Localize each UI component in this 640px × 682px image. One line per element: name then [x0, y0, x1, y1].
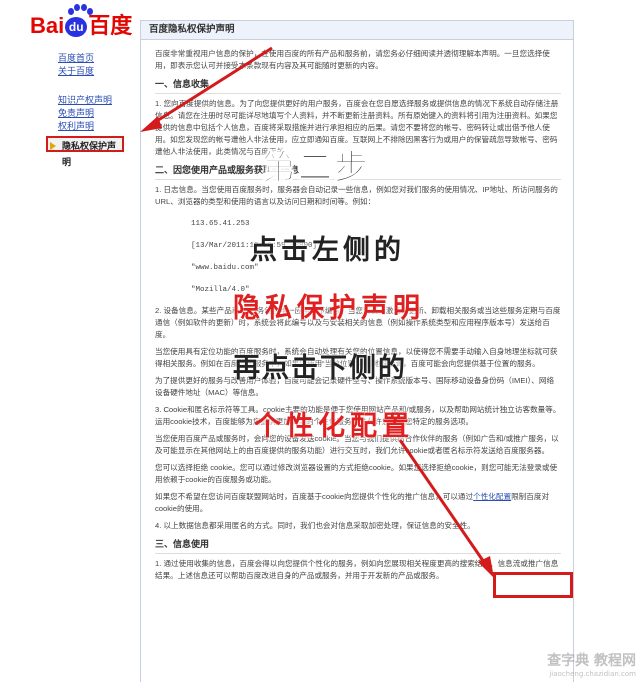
- paragraph: 您可以选择拒绝 cookie。您可以通过修改浏览器设置的方式拒绝cookie。如…: [155, 463, 558, 484]
- arrow-right-icon: [50, 142, 56, 150]
- text: 如果您不希望在您访问百度联盟网站时，百度基于cookie向您提供个性化的推广信息…: [155, 492, 474, 501]
- nav-active-label: 隐私权保护声明: [62, 141, 117, 167]
- logo-cn: 百度: [88, 13, 133, 38]
- nav-link-ip[interactable]: 知识产权声明: [58, 94, 112, 107]
- watermark: 查字典 教程网 jiaocheng.chazidian.com: [547, 650, 636, 678]
- personalization-config-link[interactable]: 个性化配置: [473, 492, 511, 501]
- logo-latin: Bai: [30, 13, 65, 38]
- overlay-line-2: 隐私保护声明: [233, 293, 425, 324]
- section-heading-1: 一、信息收集: [155, 78, 561, 94]
- left-nav: 百度首页 关于百度 知识产权声明 免责声明 权利声明 隐私权保护声明: [46, 52, 124, 167]
- paragraph: 4. 以上数据信息都采用匿名的方式。同时，我们也会对信息采取加密处理，保证信息的…: [155, 521, 475, 530]
- paragraph-personalization: 如果您不希望在您访问百度联盟网站时，百度基于cookie向您提供个性化的推广信息…: [155, 491, 561, 515]
- logo-du-badge: du: [65, 17, 88, 38]
- nav-link-privacy-active[interactable]: 隐私权保护声明: [46, 136, 124, 167]
- nav-link-home[interactable]: 百度首页: [58, 52, 112, 65]
- overlay-line-4: 个性化配置: [254, 411, 414, 442]
- watermark-main: 查字典 教程网: [547, 653, 636, 669]
- overlay-line-3: 再点击下侧的: [233, 353, 407, 384]
- highlight-box: [493, 572, 573, 598]
- nav-group-legal: 知识产权声明 免责声明 权利声明: [58, 94, 112, 133]
- overlay-line-1: 点击左侧的: [250, 235, 405, 266]
- overlay-step: 第二步: [262, 148, 370, 189]
- intro-text: 百度非常重视用户信息的保护，在使用百度的所有产品和服务前，请您务必仔细阅读并透彻…: [155, 49, 550, 70]
- page: Bai du 百度 百度首页 关于百度 知识产权声明 免责声明 权利声明 隐私权保护…: [0, 0, 640, 682]
- nav-link-disclaimer[interactable]: 免责声明: [58, 107, 112, 120]
- paw-icon: [68, 4, 94, 18]
- baidu-logo[interactable]: Bai du 百度: [30, 4, 133, 40]
- nav-link-rights[interactable]: 权利声明: [58, 120, 112, 133]
- watermark-sub: jiaocheng.chazidian.com: [549, 670, 636, 678]
- panel-title: 百度隐私权保护声明: [141, 21, 573, 40]
- nav-link-about[interactable]: 关于百度: [58, 65, 112, 78]
- section-heading-3: 三、信息使用: [155, 538, 561, 554]
